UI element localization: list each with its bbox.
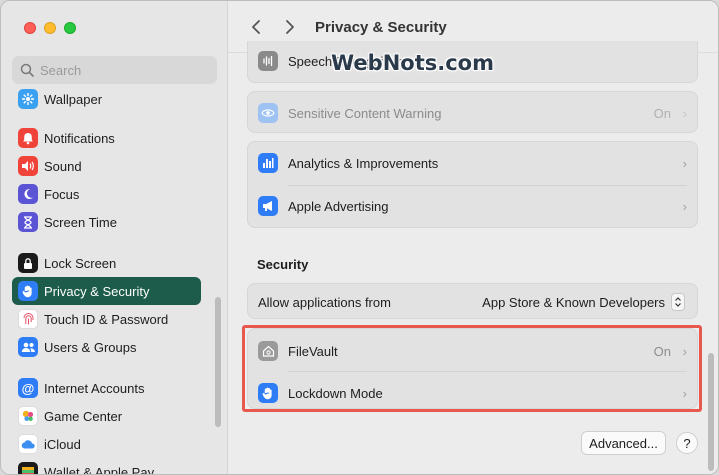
main-scrollbar[interactable]: [708, 353, 714, 471]
eye-warning-icon: [258, 103, 278, 123]
sidebar-item-lock-screen[interactable]: Lock Screen: [12, 249, 201, 277]
chevron-right-icon: ›: [682, 105, 687, 121]
sidebar-item-internet-accounts[interactable]: @ Internet Accounts: [12, 374, 201, 402]
highlight-box: [242, 325, 702, 412]
sidebar-item-label: Wallet & Apple Pay: [44, 464, 155, 475]
chart-icon: [258, 153, 278, 173]
sidebar-item-label: Wallpaper: [44, 91, 103, 107]
sidebar-item-touch-id[interactable]: Touch ID & Password: [12, 305, 201, 333]
sidebar-item-game-center[interactable]: Game Center: [12, 402, 201, 430]
game-center-icon: [18, 406, 38, 426]
moon-icon: [18, 184, 38, 204]
zoom-button[interactable]: [64, 22, 76, 34]
users-icon: [18, 337, 38, 357]
row-value: On: [653, 105, 671, 121]
sidebar-item-label: Privacy & Security: [44, 283, 150, 299]
allow-apps-select[interactable]: App Store & Known Developers: [482, 293, 685, 311]
watermark-text: WebNots.com: [331, 51, 494, 75]
apple-advertising-row[interactable]: Apple Advertising ›: [248, 194, 697, 218]
sidebar-item-label: Game Center: [44, 408, 123, 424]
sidebar-item-label: Notifications: [44, 130, 115, 146]
at-icon: @: [18, 378, 38, 398]
cloud-icon: [18, 434, 38, 454]
forward-button[interactable]: [279, 15, 301, 39]
settings-window: Wallpaper Notifications Sound Focus: [0, 0, 719, 475]
hourglass-icon: [18, 212, 38, 232]
sidebar-item-label: Lock Screen: [44, 255, 117, 271]
sidebar-item-screen-time[interactable]: Screen Time: [12, 208, 201, 236]
analytics-row[interactable]: Analytics & Improvements ›: [248, 151, 697, 175]
analytics-card: Analytics & Improvements › Apple Adverti…: [247, 141, 698, 228]
sidebar-item-privacy-security[interactable]: Privacy & Security: [12, 277, 201, 305]
sidebar-scrollbar[interactable]: [215, 297, 221, 427]
sidebar-item-label: Touch ID & Password: [44, 311, 169, 327]
sidebar-item-label: Focus: [44, 186, 80, 202]
separator: [288, 185, 687, 186]
security-section-title: Security: [257, 257, 309, 272]
sidebar-item-icloud[interactable]: iCloud: [12, 430, 201, 458]
sidebar-item-wallpaper[interactable]: Wallpaper: [12, 85, 201, 113]
megaphone-icon: [258, 196, 278, 216]
row-label: Apple Advertising: [288, 198, 389, 214]
waveform-icon: [258, 51, 278, 71]
wallpaper-icon: [18, 89, 38, 109]
sidebar-item-users-groups[interactable]: Users & Groups: [12, 333, 201, 361]
sidebar-item-label: Internet Accounts: [44, 380, 145, 396]
search-icon: [20, 63, 34, 77]
sensitive-content-card: Sensitive Content Warning On ›: [247, 91, 698, 133]
chevron-right-icon: [286, 20, 294, 34]
sidebar-item-label: iCloud: [44, 436, 81, 452]
updown-chevron-icon: [671, 293, 685, 311]
search-input[interactable]: [40, 62, 210, 78]
allow-apps-card: Allow applications from App Store & Know…: [247, 283, 698, 319]
lock-icon: [18, 253, 38, 273]
sidebar-item-focus[interactable]: Focus: [12, 180, 201, 208]
hand-icon: [18, 281, 38, 301]
sidebar-item-wallet[interactable]: Wallet & Apple Pay: [12, 458, 201, 475]
chevron-right-icon: ›: [682, 198, 687, 214]
allow-apps-row: Allow applications from App Store & Know…: [248, 290, 697, 314]
allow-apps-label: Allow applications from: [258, 294, 391, 310]
row-label: Analytics & Improvements: [288, 155, 439, 171]
wallet-icon: [18, 462, 38, 474]
sidebar-item-label: Users & Groups: [44, 339, 137, 355]
speaker-icon: [18, 156, 38, 176]
sidebar-item-label: Sound: [44, 158, 82, 174]
chevron-left-icon: [252, 20, 260, 34]
sensitive-content-row[interactable]: Sensitive Content Warning On ›: [248, 101, 697, 125]
row-label: Sensitive Content Warning: [288, 105, 442, 121]
sidebar-item-notifications[interactable]: Notifications: [12, 124, 201, 152]
sidebar: Wallpaper Notifications Sound Focus: [1, 1, 228, 475]
advanced-button[interactable]: Advanced...: [581, 431, 666, 455]
chevron-right-icon: ›: [682, 155, 687, 171]
window-controls: [24, 22, 76, 34]
page-title: Privacy & Security: [315, 19, 447, 36]
close-button[interactable]: [24, 22, 36, 34]
minimize-button[interactable]: [44, 22, 56, 34]
search-field[interactable]: [12, 56, 217, 84]
fingerprint-icon: [18, 309, 38, 329]
help-button[interactable]: ?: [676, 432, 698, 454]
allow-apps-value: App Store & Known Developers: [482, 294, 665, 310]
sidebar-item-sound[interactable]: Sound: [12, 152, 201, 180]
bell-icon: [18, 128, 38, 148]
sidebar-item-label: Screen Time: [44, 214, 117, 230]
back-button[interactable]: [245, 15, 267, 39]
